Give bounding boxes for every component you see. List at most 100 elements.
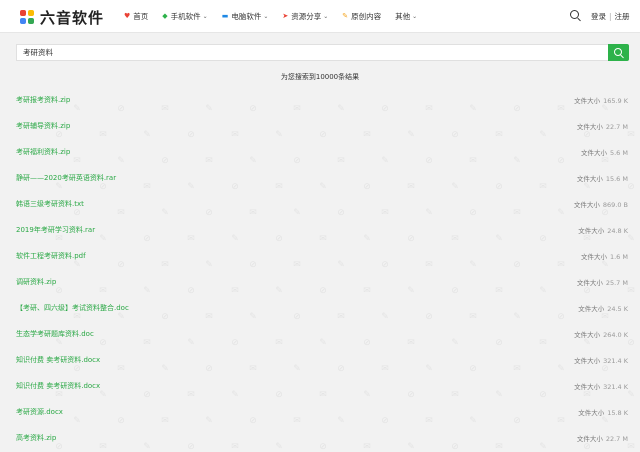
file-size-value: 22.7 M bbox=[605, 435, 628, 443]
result-file-link[interactable]: 静研——2020考研英语资料.rar bbox=[16, 173, 116, 183]
pen-icon: ✎ bbox=[342, 12, 349, 20]
file-size: 文件大小 15.8 K bbox=[578, 407, 628, 417]
file-size-label: 文件大小 bbox=[580, 253, 607, 261]
file-size-value: 869.0 B bbox=[602, 201, 628, 209]
file-size-value: 1.6 M bbox=[609, 253, 628, 261]
result-file-link[interactable]: 生态学考研题库资料.doc bbox=[16, 329, 94, 339]
result-row: 考研报考资料.zip 文件大小 165.9 K bbox=[0, 86, 640, 112]
search-icon[interactable] bbox=[570, 10, 579, 19]
result-row: 考研资源.docx 文件大小 15.8 K bbox=[0, 398, 640, 424]
file-size-label: 文件大小 bbox=[573, 201, 600, 209]
result-file-link[interactable]: 知识付费 卖考研资料.docx bbox=[16, 381, 100, 391]
file-size-value: 15.6 M bbox=[605, 175, 628, 183]
result-file-link[interactable]: 考研辅导资料.zip bbox=[16, 121, 70, 131]
result-row: 考研辅导资料.zip 文件大小 22.7 M bbox=[0, 112, 640, 138]
result-file-link[interactable]: 知识付费 卖考研资料.docx bbox=[16, 355, 100, 365]
file-size-value: 264.0 K bbox=[603, 331, 628, 339]
main-nav: ♥ 首页 ◆ 手机软件 ⌄ ▬ 电脑软件 ⌄ ➤ 资源分享 ⌄ ✎ 原创内容 其他 ⌄ bbox=[124, 0, 431, 32]
results-list: 考研报考资料.zip 文件大小 165.9 K 考研辅导资料.zip 文件大小 22.7 … bbox=[0, 86, 640, 450]
nav-item-label: 原创内容 bbox=[351, 11, 382, 21]
result-file-link[interactable]: 2019年考研学习资料.rar bbox=[16, 225, 95, 235]
chevron-down-icon: ⌄ bbox=[263, 12, 269, 20]
nav-item-0[interactable]: ♥ 首页 bbox=[124, 11, 148, 22]
logo-icon bbox=[20, 10, 35, 25]
file-size-value: 165.9 K bbox=[603, 97, 628, 105]
site-logo[interactable]: 六音软件 bbox=[20, 7, 104, 28]
file-size-label: 文件大小 bbox=[574, 331, 601, 339]
file-size: 文件大小 1.6 M bbox=[581, 251, 628, 261]
result-file-link[interactable]: 考研报考资料.zip bbox=[16, 95, 70, 105]
home-icon: ♥ bbox=[124, 12, 131, 20]
file-size: 文件大小 24.8 K bbox=[578, 225, 628, 235]
file-size-value: 321.4 K bbox=[603, 383, 628, 391]
result-row: 静研——2020考研英语资料.rar 文件大小 15.6 M bbox=[0, 164, 640, 190]
result-file-link[interactable]: 韩语三级考研资料.txt bbox=[16, 199, 84, 209]
file-size: 文件大小 15.6 M bbox=[577, 173, 628, 183]
divider: | bbox=[609, 12, 612, 21]
file-size-label: 文件大小 bbox=[578, 305, 605, 313]
monitor-icon: ▬ bbox=[221, 12, 229, 20]
result-file-link[interactable]: 考研福利资料.zip bbox=[16, 147, 70, 157]
file-size: 文件大小 869.0 B bbox=[574, 199, 628, 209]
nav-item-2[interactable]: ▬ 电脑软件 ⌄ bbox=[222, 11, 269, 22]
search-icon bbox=[614, 48, 622, 56]
result-file-link[interactable]: 调研资料.zip bbox=[16, 277, 56, 287]
file-size-label: 文件大小 bbox=[578, 227, 605, 235]
nav-item-label: 电脑软件 bbox=[231, 11, 262, 21]
nav-item-label: 手机软件 bbox=[170, 11, 201, 21]
file-size-label: 文件大小 bbox=[580, 149, 607, 157]
file-size-label: 文件大小 bbox=[576, 435, 603, 443]
file-size-label: 文件大小 bbox=[576, 279, 603, 287]
register-link[interactable]: 注册 bbox=[615, 12, 630, 21]
file-size: 文件大小 321.4 K bbox=[574, 381, 628, 391]
file-size: 文件大小 321.4 K bbox=[574, 355, 628, 365]
login-link[interactable]: 登录 bbox=[591, 12, 606, 21]
share-icon: ➤ bbox=[282, 12, 289, 20]
phone-app-icon: ◆ bbox=[162, 12, 168, 20]
nav-item-1[interactable]: ◆ 手机软件 ⌄ bbox=[162, 11, 207, 22]
result-file-link[interactable]: 【考研、四六级】考试资料整合.doc bbox=[16, 303, 129, 313]
file-size: 文件大小 264.0 K bbox=[574, 329, 628, 339]
result-count: 为您搜索到10000条结果 bbox=[280, 73, 360, 81]
top-header: 六音软件 ♥ 首页 ◆ 手机软件 ⌄ ▬ 电脑软件 ⌄ ➤ 资源分享 ⌄ ✎ 原创内容 其他 ⌄ 登录 | 注册 bbox=[0, 0, 640, 33]
search-input[interactable] bbox=[16, 44, 608, 61]
chevron-down-icon: ⌄ bbox=[412, 12, 418, 20]
file-size: 文件大小 22.7 M bbox=[577, 121, 628, 131]
result-row: 生态学考研题库资料.doc 文件大小 264.0 K bbox=[0, 320, 640, 346]
file-size-value: 24.8 K bbox=[607, 227, 628, 235]
result-row: 高考资料.zip 文件大小 22.7 M bbox=[0, 424, 640, 450]
file-size-value: 15.8 K bbox=[607, 409, 628, 417]
chevron-down-icon: ⌄ bbox=[323, 12, 329, 20]
file-size-value: 5.6 M bbox=[609, 149, 628, 157]
result-row: 软件工程考研资料.pdf 文件大小 1.6 M bbox=[0, 242, 640, 268]
file-size-label: 文件大小 bbox=[574, 383, 601, 391]
search-button[interactable] bbox=[608, 44, 629, 61]
file-size-label: 文件大小 bbox=[578, 409, 605, 417]
file-size: 文件大小 24.5 K bbox=[578, 303, 628, 313]
result-file-link[interactable]: 高考资料.zip bbox=[16, 433, 56, 443]
result-file-link[interactable]: 软件工程考研资料.pdf bbox=[16, 251, 86, 261]
result-row: 2019年考研学习资料.rar 文件大小 24.8 K bbox=[0, 216, 640, 242]
file-size-value: 25.7 M bbox=[605, 279, 628, 287]
file-size: 文件大小 25.7 M bbox=[577, 277, 628, 287]
file-size: 文件大小 5.6 M bbox=[581, 147, 628, 157]
nav-item-4[interactable]: ✎ 原创内容 bbox=[342, 11, 381, 22]
site-name: 六音软件 bbox=[40, 9, 105, 27]
nav-item-label: 资源分享 bbox=[291, 11, 322, 21]
file-size: 文件大小 22.7 M bbox=[577, 433, 628, 443]
nav-item-label: 首页 bbox=[133, 11, 149, 21]
nav-item-5[interactable]: 其他 ⌄ bbox=[395, 11, 417, 22]
result-row: 知识付费 卖考研资料.docx 文件大小 321.4 K bbox=[0, 372, 640, 398]
file-size-value: 24.5 K bbox=[607, 305, 628, 313]
file-size-label: 文件大小 bbox=[576, 123, 603, 131]
result-row: 【考研、四六级】考试资料整合.doc 文件大小 24.5 K bbox=[0, 294, 640, 320]
result-row: 韩语三级考研资料.txt 文件大小 869.0 B bbox=[0, 190, 640, 216]
result-row: 调研资料.zip 文件大小 25.7 M bbox=[0, 268, 640, 294]
file-size-label: 文件大小 bbox=[576, 175, 603, 183]
result-file-link[interactable]: 考研资源.docx bbox=[16, 407, 63, 417]
nav-item-3[interactable]: ➤ 资源分享 ⌄ bbox=[282, 11, 328, 22]
file-size: 文件大小 165.9 K bbox=[574, 95, 628, 105]
result-row: 考研福利资料.zip 文件大小 5.6 M bbox=[0, 138, 640, 164]
file-size-label: 文件大小 bbox=[574, 357, 601, 365]
auth-links: 登录 | 注册 bbox=[591, 11, 630, 22]
